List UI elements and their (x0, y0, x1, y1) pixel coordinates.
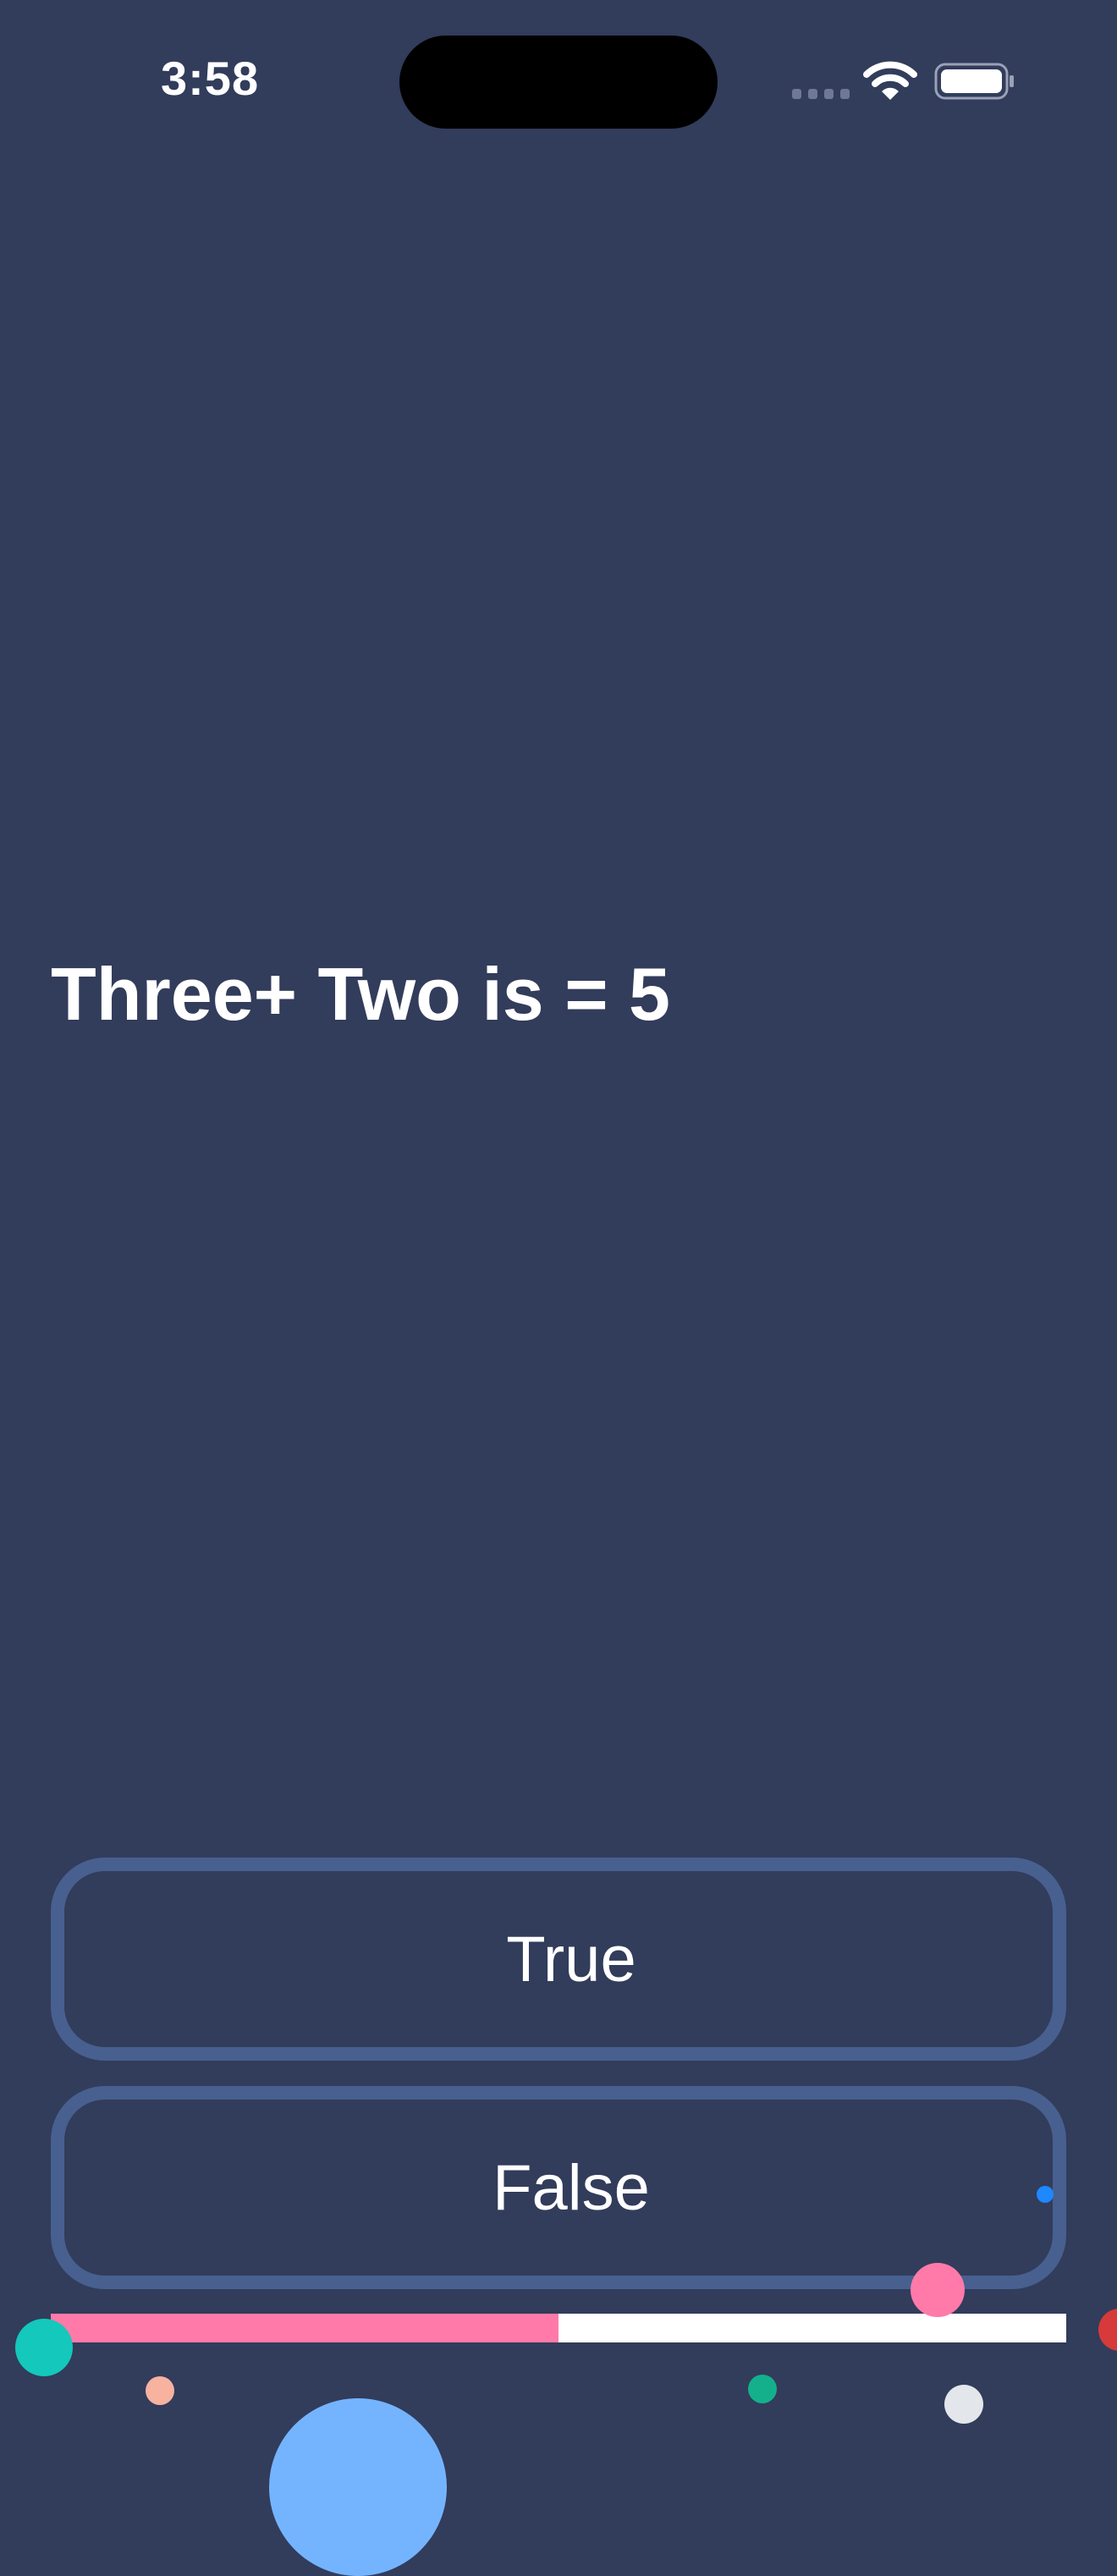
true-button-label: True (506, 1923, 636, 1995)
confetti-dot (15, 2319, 73, 2376)
question-text: Three+ Two is = 5 (51, 952, 670, 1036)
status-time: 3:58 (161, 52, 260, 105)
confetti-dot (1037, 2186, 1054, 2203)
confetti-dot (269, 2398, 447, 2576)
confetti-dot (1098, 2309, 1117, 2351)
confetti-dot (748, 2375, 777, 2403)
wifi-icon (863, 61, 917, 100)
battery-icon (934, 63, 1014, 100)
progress-bar-fill (51, 2314, 558, 2342)
false-button-label: False (492, 2151, 650, 2224)
progress-bar (51, 2314, 1066, 2342)
dynamic-island (399, 36, 718, 129)
false-button[interactable]: False (51, 2086, 1066, 2289)
confetti-dot (146, 2376, 174, 2405)
signal-icon (792, 89, 850, 99)
confetti-dot (944, 2385, 983, 2424)
true-button[interactable]: True (51, 1858, 1066, 2061)
confetti-dot (911, 2263, 965, 2317)
status-bar: 3:58 (0, 0, 1117, 169)
